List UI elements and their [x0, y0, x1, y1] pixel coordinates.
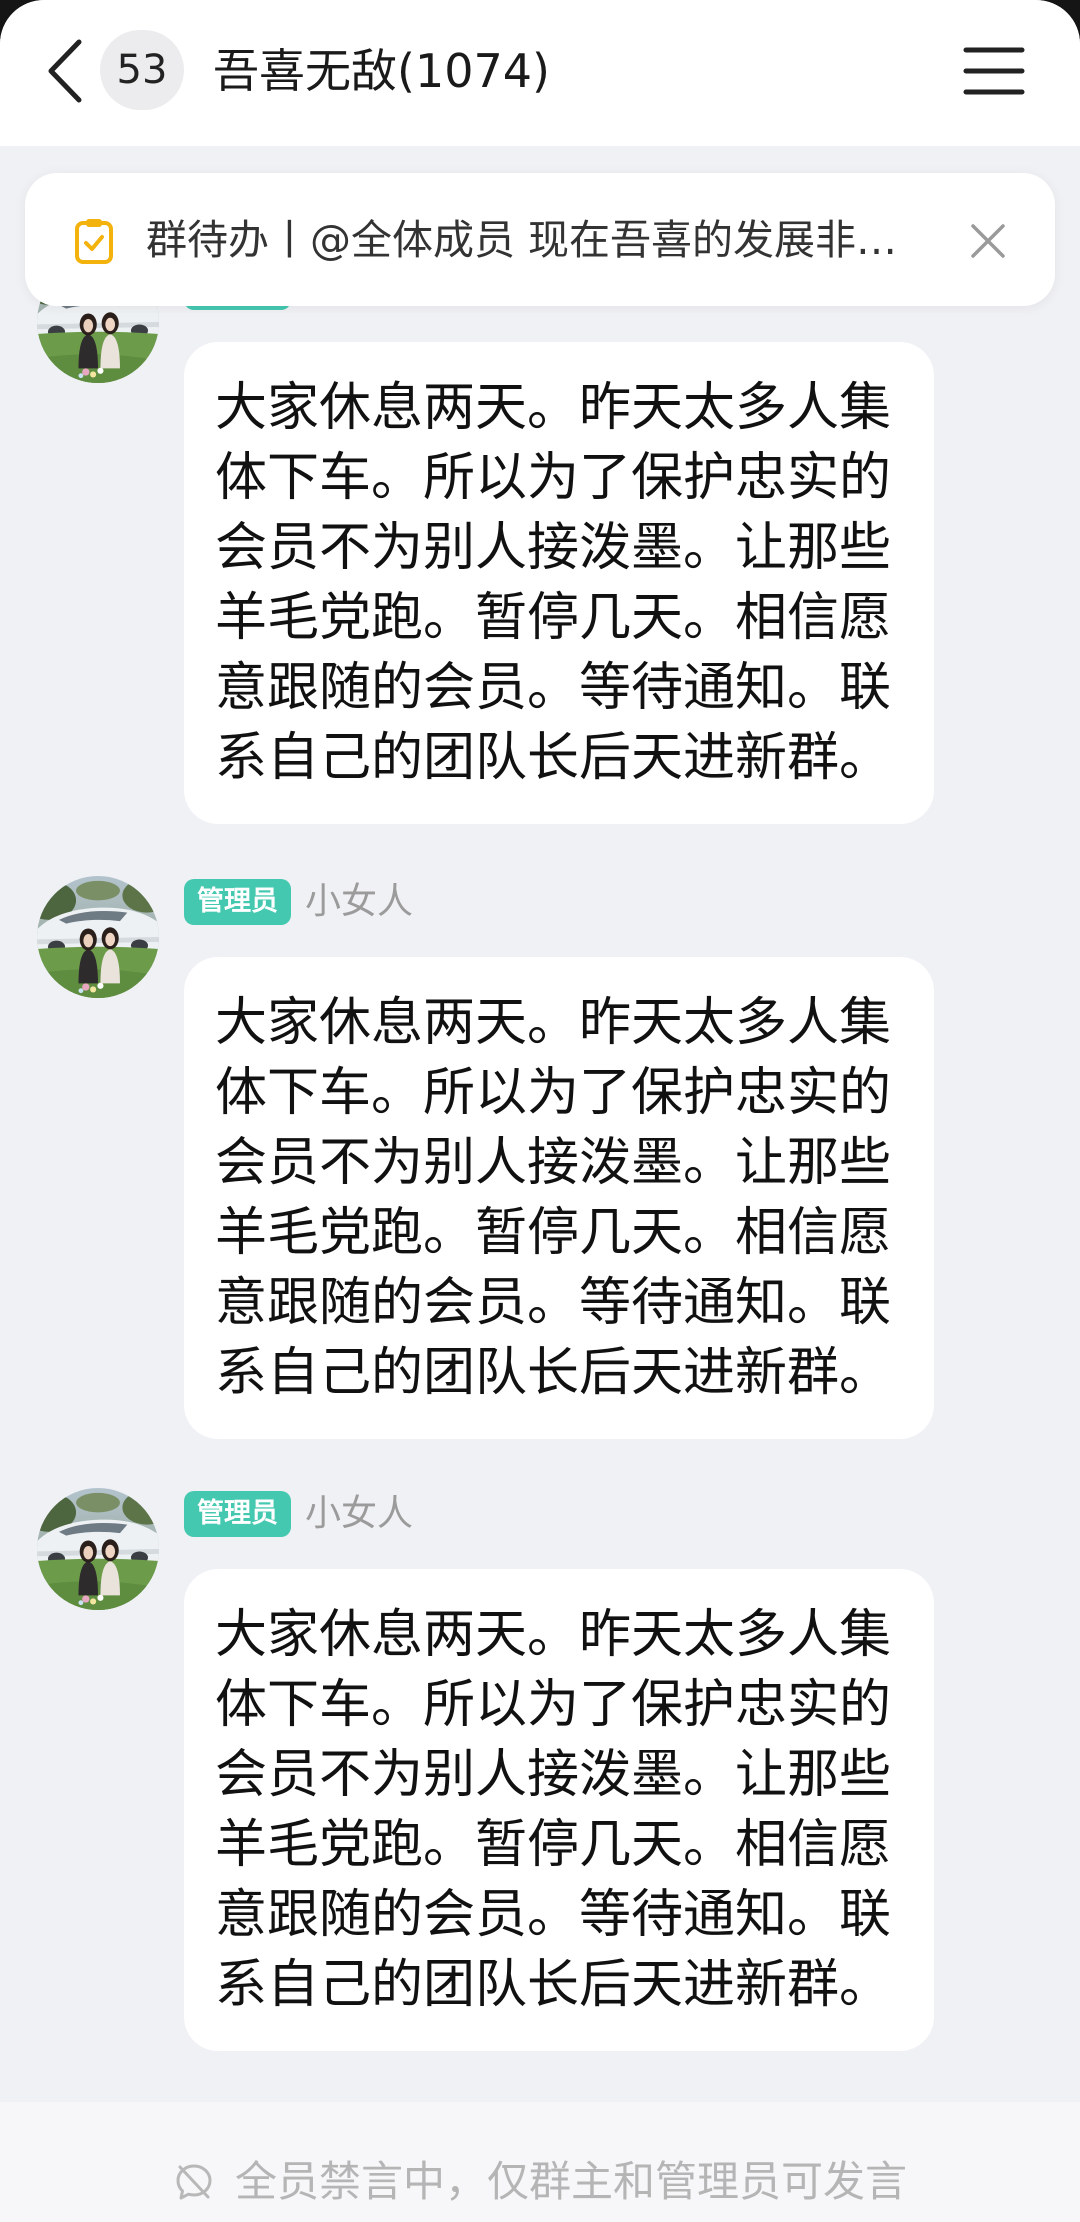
group-title[interactable]: 吾喜无敌(1074) [213, 40, 550, 102]
message-list[interactable]: 大家休息两天。昨天太多人集体下车。所以为了保护忠实的会员不为别人接泼墨。让那些羊… [0, 146, 1080, 2102]
admin-badge: 管理员 [184, 879, 291, 925]
sender-avatar[interactable] [37, 1488, 159, 1610]
mute-icon [173, 2161, 215, 2203]
message-bubble[interactable]: 大家休息两天。昨天太多人集体下车。所以为了保护忠实的会员不为别人接泼墨。让那些羊… [184, 342, 934, 824]
message-bubble[interactable]: 大家休息两天。昨天太多人集体下车。所以为了保护忠实的会员不为别人接泼墨。让那些羊… [184, 1569, 934, 2051]
menu-icon [963, 47, 1025, 95]
sender-name[interactable]: 小女人 [305, 1491, 413, 1537]
group-chat-screen: 53 吾喜无敌(1074) 大家休息两天。昨天太多人集体下车。所以为了保护忠实的… [0, 0, 1080, 2222]
message-item: 大家休息两天。昨天太多人集体下车。所以为了保护忠实的会员不为别人接泼墨。让那些羊… [0, 261, 1080, 861]
chat-header: 53 吾喜无敌(1074) [0, 0, 1080, 146]
muted-notice-text: 全员禁言中，仅群主和管理员可发言 [234, 2157, 907, 2206]
avatar-photo [37, 1488, 159, 1610]
group-todo-text[interactable]: 群待办丨@全体成员 现在吾喜的发展非… [146, 212, 936, 268]
message-item: 管理员 小女人 大家休息两天。昨天太多人集体下车。所以为了保护忠实的会员不为别人… [0, 1488, 1080, 2088]
menu-button[interactable] [956, 40, 1032, 102]
todo-clipboard-icon [74, 217, 114, 265]
muted-notice-bar: 全员禁言中，仅群主和管理员可发言 [0, 2102, 1080, 2222]
back-button[interactable] [40, 34, 90, 108]
unread-count-badge[interactable]: 53 [100, 30, 184, 110]
sender-avatar[interactable] [37, 876, 159, 998]
avatar-photo [37, 876, 159, 998]
chevron-left-icon [48, 39, 82, 103]
admin-badge: 管理员 [184, 1491, 291, 1537]
message-bubble[interactable]: 大家休息两天。昨天太多人集体下车。所以为了保护忠实的会员不为别人接泼墨。让那些羊… [184, 957, 934, 1439]
sender-name[interactable]: 小女人 [305, 879, 413, 925]
message-item: 管理员 小女人 大家休息两天。昨天太多人集体下车。所以为了保护忠实的会员不为别人… [0, 876, 1080, 1476]
group-todo-banner[interactable]: 群待办丨@全体成员 现在吾喜的发展非… [25, 173, 1055, 306]
close-icon[interactable] [969, 222, 1007, 260]
